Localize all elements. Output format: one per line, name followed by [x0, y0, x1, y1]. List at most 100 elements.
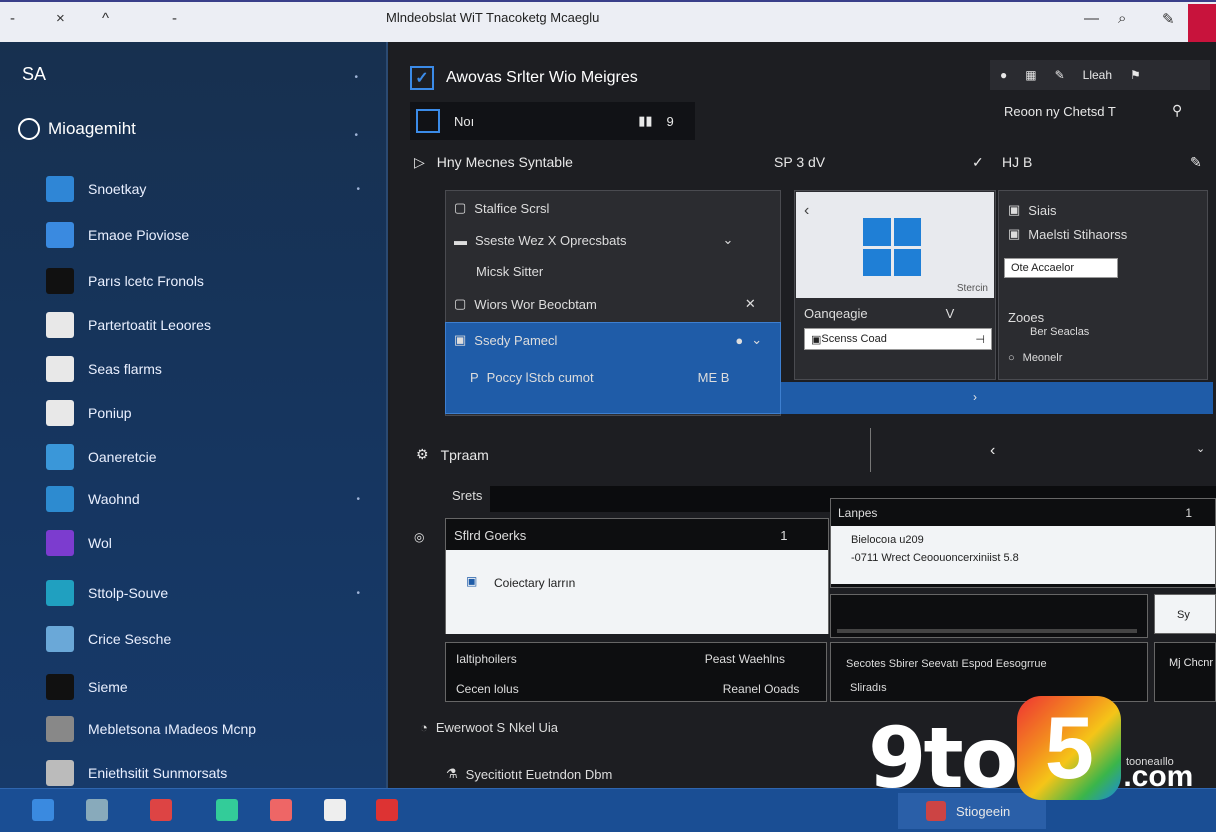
bottom-middle-line: Sliradıs: [850, 682, 887, 694]
sidebar-item-label: Oaneretcie: [88, 449, 157, 465]
edit-icon[interactable]: ✎: [1190, 154, 1202, 171]
sidebar-item-label: Sttolp-Souve: [88, 585, 169, 601]
sidebar-item[interactable]: Sttolp-Souve •: [46, 578, 376, 608]
sidebar-item[interactable]: Parıs lcetc Fronols: [46, 266, 376, 296]
chevron-left-icon[interactable]: ‹: [990, 442, 995, 460]
toolbar-label[interactable]: Lleah: [1083, 68, 1112, 82]
minimize-icon[interactable]: -: [10, 10, 15, 27]
progress-card: [830, 594, 1148, 638]
winbox-caption: Stercin: [956, 283, 988, 294]
dash-icon[interactable]: -: [172, 10, 177, 27]
card-1-body: ▣ Coiectary larrın: [446, 550, 828, 634]
sidebar-item-label: Mebletsona ıMadeos Mcnp: [88, 721, 257, 737]
circle-icon[interactable]: ●: [1000, 68, 1007, 82]
list-item[interactable]: ▬ Sseste Wez X Oprecsbats ⌄: [454, 232, 733, 248]
list-item[interactable]: ▢ Stalfice Scrsl: [454, 200, 549, 216]
bottom-far: Mj Chcnr: [1154, 642, 1216, 702]
pen-icon[interactable]: ✎: [1162, 10, 1175, 28]
check-icon[interactable]: ✓: [972, 154, 984, 171]
main-content: ✓ Awovas Srlter Wio Meigres ● ▦ ✎ Lleah ⚑ Reo…: [390, 42, 1216, 788]
sidebar-item-icon: [46, 530, 74, 556]
sidebar-item-label: Waohnd: [88, 491, 140, 507]
sidebar-item-icon: [46, 312, 74, 338]
start-icon[interactable]: [32, 799, 54, 821]
row-title: ▷ Hny Mecnes Syntable SP 3 dV ✓ HJ B ✎: [414, 154, 1214, 171]
sidebar-item-label: Seas flarms: [88, 361, 162, 377]
chevron-up-icon[interactable]: ^: [102, 10, 109, 27]
table-row[interactable]: Ialtiphoilers Peast Waehlns: [456, 652, 785, 666]
sidebar-item-label: Eniethsitit Sunmorsats: [88, 765, 228, 781]
blue-bar[interactable]: ›: [781, 382, 1213, 414]
gear-icon[interactable]: ⚙: [416, 446, 429, 463]
app-icon[interactable]: [86, 799, 108, 821]
right-item[interactable]: ▣ Maelsti Stihaorss: [1008, 226, 1127, 242]
sidebar-item-icon: [46, 400, 74, 426]
sidebar-item[interactable]: Partertoatit Leoores: [46, 310, 376, 340]
footer-line[interactable]: ◔ Ewerwoot S Nkel Uia: [420, 720, 558, 735]
sidebar-top-label: SA: [22, 64, 47, 84]
app-icon[interactable]: [270, 799, 292, 821]
sidebar-item-label: Poniup: [88, 405, 132, 421]
picker-number: 9: [666, 113, 674, 129]
sidebar-item-label: Partertoatit Leoores: [88, 317, 211, 333]
windows-logo-icon: [863, 218, 921, 276]
close-tab-icon[interactable]: ×: [56, 10, 65, 27]
bottom-middle-line: Secotes Sbirer Seevatı Espod Eesogrrue: [846, 658, 1047, 670]
streets-label: Srets: [452, 488, 483, 503]
sidebar-item[interactable]: Wol: [46, 528, 376, 558]
picker-label: Noı: [454, 113, 475, 129]
app-icon[interactable]: [150, 799, 172, 821]
app-icon[interactable]: [216, 799, 238, 821]
card-2-body: Bielocoıa u209 -0711 Wrect Ceoouoncerxini…: [831, 526, 1215, 584]
app-icon[interactable]: [376, 799, 398, 821]
pencil-icon[interactable]: ✎: [1055, 68, 1065, 82]
grid-icon[interactable]: ▦: [1025, 68, 1036, 82]
radio-icon[interactable]: ◎: [414, 530, 424, 544]
sidebar-item-icon: [46, 716, 74, 742]
footer-line[interactable]: ⚗ Syecitiotıt Euetndon Dbm: [446, 766, 612, 782]
right-item[interactable]: ○ Meonelr: [1008, 352, 1062, 364]
search-icon[interactable]: ⌕: [1118, 10, 1126, 27]
sidebar-item-icon: [46, 580, 74, 606]
main-header: ✓ Awovas Srlter Wio Meigres: [410, 66, 638, 90]
list-item[interactable]: ▢ Wiors Wor Beocbtam ✕: [454, 296, 756, 312]
checkbox-icon[interactable]: ✓: [410, 66, 434, 90]
sidebar-item[interactable]: Seas flarms: [46, 354, 376, 384]
win-input[interactable]: ▣ Scenss Coad ⊣: [804, 328, 992, 350]
sidebar-item[interactable]: Eniethsitit Sunmorsats: [46, 758, 376, 788]
sidebar-item[interactable]: Waohnd •: [46, 484, 376, 514]
sidebar-item[interactable]: Mebletsona ıMadeos Mcnp: [46, 714, 376, 744]
right-item[interactable]: Zooes: [1008, 310, 1044, 325]
picker[interactable]: Noı ▮▮ 9: [410, 102, 695, 140]
search-icon-2[interactable]: ⚲: [1172, 102, 1182, 119]
selected-sub: P Poccy lStcb cumot ME B: [470, 370, 730, 385]
list-item[interactable]: Micsk Sitter: [476, 264, 543, 279]
sidebar-item-label: Parıs lcetc Fronols: [88, 273, 204, 289]
sidebar-item[interactable]: Sieme: [46, 672, 376, 702]
win-sub-label: Oanqeagie V: [804, 306, 955, 321]
recent-label: Reoon ny Chetsd T: [1004, 104, 1116, 119]
sidebar-item-icon: [46, 356, 74, 382]
right-item[interactable]: Ber Seaclas: [1030, 326, 1089, 338]
sidebar-management[interactable]: Mioagemiht: [18, 118, 136, 140]
flag-icon[interactable]: ⚑: [1130, 68, 1141, 82]
sidebar-item[interactable]: Poniup: [46, 398, 376, 428]
sidebar-item[interactable]: Emaoe Pioviose: [46, 220, 376, 250]
right-input[interactable]: Ote Accaelor: [1004, 258, 1118, 278]
close-window-button[interactable]: [1188, 4, 1216, 42]
pause-icon[interactable]: ▮▮: [638, 113, 652, 129]
sidebar-item-label: Wol: [88, 535, 112, 551]
card-1-title: Sflrd Goerks 1: [454, 528, 788, 543]
top-toolbar: ● ▦ ✎ Lleah ⚑: [990, 60, 1210, 90]
sidebar-item[interactable]: Oaneretcie: [46, 442, 376, 472]
sidebar-item-label: Sieme: [88, 679, 128, 695]
right-item[interactable]: ▣ Siais: [1008, 202, 1056, 218]
windows-preview: ‹ Stercin: [796, 192, 994, 298]
sidebar-item[interactable]: Crice Sesche: [46, 624, 376, 654]
table-row[interactable]: Cecen lolus Reanel Ooads: [456, 682, 799, 696]
minimize-window-icon[interactable]: —: [1084, 10, 1099, 27]
play-icon[interactable]: ▷: [414, 154, 425, 171]
sidebar-item[interactable]: Snoetkay •: [46, 174, 376, 204]
app-icon[interactable]: [324, 799, 346, 821]
chevron-down-icon[interactable]: ⌄: [1196, 442, 1205, 455]
